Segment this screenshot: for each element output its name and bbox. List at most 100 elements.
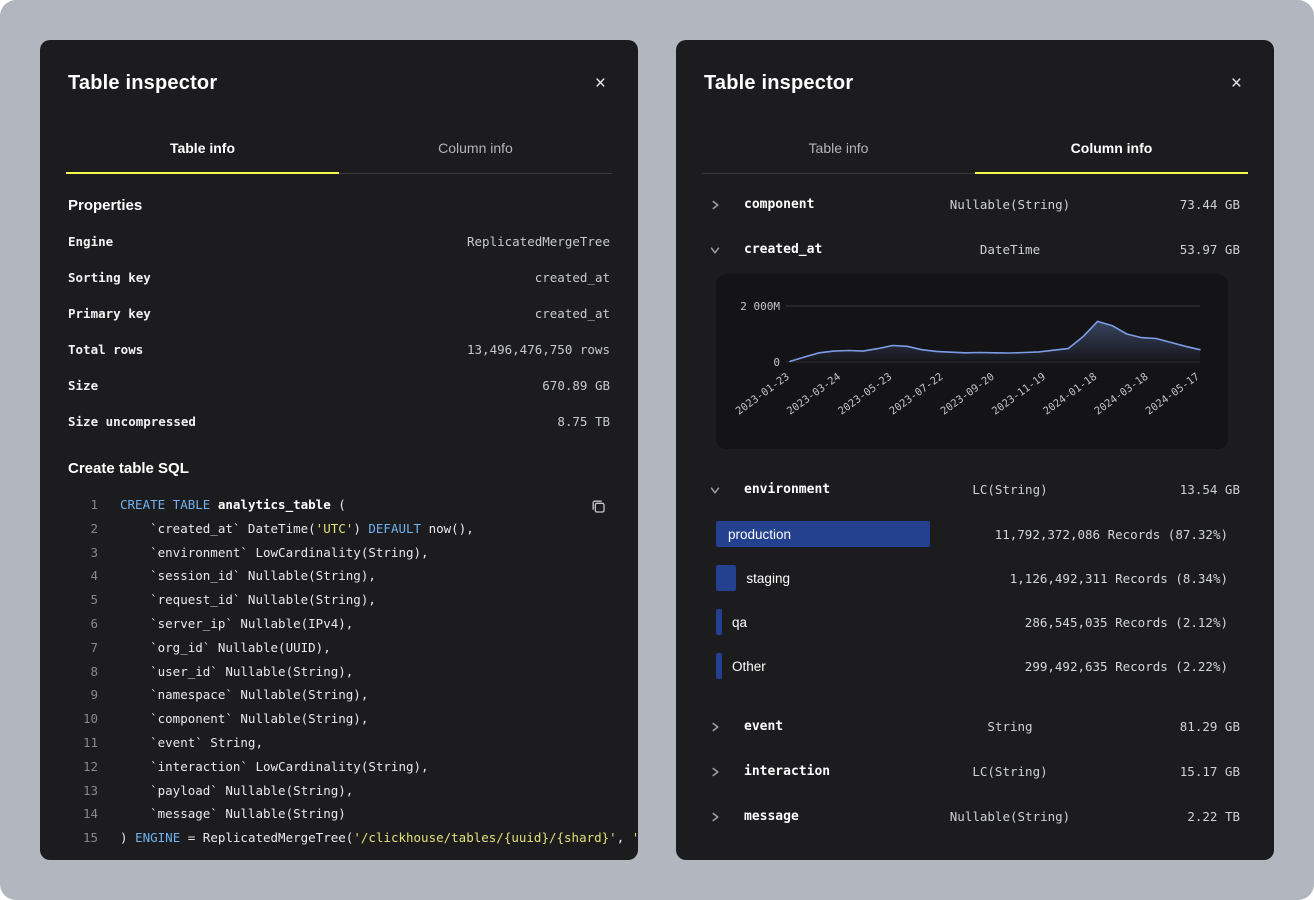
chevron-down-icon[interactable] xyxy=(710,485,732,495)
code-line-text: `interaction` LowCardinality(String), xyxy=(120,755,429,779)
code-line-text: `namespace` Nullable(String), xyxy=(120,683,368,707)
column-row-component[interactable]: componentNullable(String)73.44 GB xyxy=(702,182,1248,227)
property-value: created_at xyxy=(535,270,610,285)
property-value: 8.75 TB xyxy=(557,414,610,429)
value-record-count: 11,792,372,086 Records (87.32%) xyxy=(995,527,1228,542)
column-row-event[interactable]: eventString81.29 GB xyxy=(702,704,1248,749)
close-icon[interactable]: × xyxy=(589,70,612,97)
modal-header: Table inspector × xyxy=(676,40,1274,119)
top-value-row: Other 299,492,635 Records (2.22%) xyxy=(716,644,1228,688)
property-label: Size uncompressed xyxy=(68,414,196,429)
property-value: 13,496,476,750 rows xyxy=(467,342,610,357)
property-label: Primary key xyxy=(68,306,151,321)
chevron-right-icon[interactable] xyxy=(710,812,732,822)
tab-column-info[interactable]: Column info xyxy=(339,127,612,173)
top-value-row: production11,792,372,086 Records (87.32%… xyxy=(716,512,1228,556)
property-label: Engine xyxy=(68,234,113,249)
property-value: 670.89 GB xyxy=(542,378,610,393)
line-number: 13 xyxy=(68,779,98,803)
code-line-text: `message` Nullable(String) xyxy=(120,802,346,826)
x-axis-tick-label: 2024-03-18 xyxy=(1092,371,1150,418)
page-background: Table inspector × Table info Column info… xyxy=(0,0,1314,900)
top-value-row: staging 1,126,492,311 Records (8.34%) xyxy=(716,556,1228,600)
column-name: event xyxy=(744,719,900,734)
property-label: Size xyxy=(68,378,98,393)
code-line: 14 `message` Nullable(String) xyxy=(68,802,610,826)
code-line-text: `component` Nullable(String), xyxy=(120,707,368,731)
value-label: qa xyxy=(732,615,747,630)
line-number: 6 xyxy=(68,612,98,636)
line-number: 8 xyxy=(68,660,98,684)
column-top-values: production11,792,372,086 Records (87.32%… xyxy=(716,512,1228,688)
x-axis-tick-label: 2023-03-24 xyxy=(785,371,843,418)
property-value: ReplicatedMergeTree xyxy=(467,234,610,249)
column-row-created_at[interactable]: created_atDateTime53.97 GB xyxy=(702,227,1248,272)
code-line: 3 `environment` LowCardinality(String), xyxy=(68,541,610,565)
value-record-count: 1,126,492,311 Records (8.34%) xyxy=(1010,571,1228,586)
x-axis-tick-label: 2023-05-23 xyxy=(836,371,894,418)
column-name: environment xyxy=(744,482,900,497)
column-row-message[interactable]: messageNullable(String)2.22 TB xyxy=(702,794,1248,839)
code-line: 1CREATE TABLE analytics_table ( xyxy=(68,493,610,517)
tab-table-info[interactable]: Table info xyxy=(702,127,975,173)
code-line: 2 `created_at` DateTime('UTC') DEFAULT n… xyxy=(68,517,610,541)
value-bar xyxy=(716,609,722,635)
column-name: interaction xyxy=(744,764,900,779)
code-line-text: `session_id` Nullable(String), xyxy=(120,564,376,588)
column-size: 81.29 GB xyxy=(1120,719,1240,734)
column-row-environment[interactable]: environmentLC(String)13.54 GB xyxy=(702,467,1248,512)
column-type: LC(String) xyxy=(900,764,1120,779)
code-line-text: `created_at` DateTime('UTC') DEFAULT now… xyxy=(120,517,474,541)
line-number: 7 xyxy=(68,636,98,660)
column-list: componentNullable(String)73.44 GBcreated… xyxy=(676,174,1274,839)
table-inspector-modal-column-info: Table inspector × Table info Column info… xyxy=(676,40,1274,860)
tab-table-info[interactable]: Table info xyxy=(66,127,339,173)
column-size: 2.22 TB xyxy=(1120,809,1240,824)
chevron-right-icon[interactable] xyxy=(710,200,732,210)
code-line-text: ) ENGINE = ReplicatedMergeTree('/clickho… xyxy=(120,826,638,850)
column-row-interaction[interactable]: interactionLC(String)15.17 GB xyxy=(702,749,1248,794)
value-label: staging xyxy=(746,571,790,586)
column-type: Nullable(String) xyxy=(900,809,1120,824)
line-number: 3 xyxy=(68,541,98,565)
code-line: 11 `event` String, xyxy=(68,731,610,755)
x-axis-tick-label: 2023-01-23 xyxy=(734,371,792,418)
y-axis-min-label: 0 xyxy=(773,356,780,369)
code-line: 15) ENGINE = ReplicatedMergeTree('/click… xyxy=(68,826,610,850)
value-record-count: 286,545,035 Records (2.12%) xyxy=(1025,615,1228,630)
code-line: 12 `interaction` LowCardinality(String), xyxy=(68,755,610,779)
property-label: Total rows xyxy=(68,342,143,357)
column-type: Nullable(String) xyxy=(900,197,1120,212)
sql-code-block: 1CREATE TABLE analytics_table (2 `create… xyxy=(68,493,610,850)
column-name: component xyxy=(744,197,900,212)
column-name: message xyxy=(744,809,900,824)
line-number: 5 xyxy=(68,588,98,612)
value-bar xyxy=(716,565,736,591)
tab-column-info[interactable]: Column info xyxy=(975,127,1248,173)
tab-bar: Table info Column info xyxy=(702,127,1248,174)
code-line-text: `payload` Nullable(String), xyxy=(120,779,353,803)
code-line: 4 `session_id` Nullable(String), xyxy=(68,564,610,588)
code-line: 6 `server_ip` Nullable(IPv4), xyxy=(68,612,610,636)
code-line-text: `request_id` Nullable(String), xyxy=(120,588,376,612)
column-distribution-panel: 2 000M 0 2023-01-232023-03-242023-05-23 202… xyxy=(716,274,1228,449)
property-row: Size uncompressed 8.75 TB xyxy=(68,403,610,439)
column-name: created_at xyxy=(744,242,900,257)
chevron-right-icon[interactable] xyxy=(710,722,732,732)
code-line-text: CREATE TABLE analytics_table ( xyxy=(120,493,346,517)
y-axis-max-label: 2 000M xyxy=(740,300,780,313)
code-line-text: `user_id` Nullable(String), xyxy=(120,660,353,684)
x-axis-tick-label: 2023-09-20 xyxy=(939,371,997,418)
line-number: 2 xyxy=(68,517,98,541)
property-label: Sorting key xyxy=(68,270,151,285)
value-record-count: 299,492,635 Records (2.22%) xyxy=(1025,659,1228,674)
code-line-text: `server_ip` Nullable(IPv4), xyxy=(120,612,353,636)
value-label: Other xyxy=(732,659,766,674)
chevron-right-icon[interactable] xyxy=(710,767,732,777)
modal-title: Table inspector xyxy=(68,72,217,95)
copy-icon[interactable] xyxy=(587,495,610,521)
value-bar xyxy=(716,653,722,679)
chevron-down-icon[interactable] xyxy=(710,245,732,255)
close-icon[interactable]: × xyxy=(1225,70,1248,97)
code-line: 13 `payload` Nullable(String), xyxy=(68,779,610,803)
